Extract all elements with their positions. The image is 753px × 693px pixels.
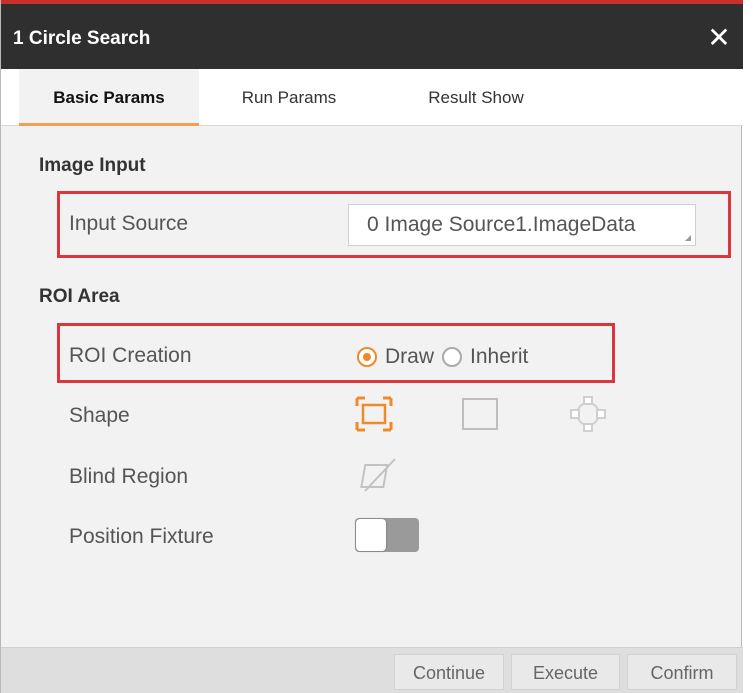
- tab-basic-params[interactable]: Basic Params: [19, 69, 199, 126]
- input-source-field[interactable]: 0 Image Source1.ImageData: [348, 204, 696, 246]
- continue-button[interactable]: Continue: [394, 654, 504, 690]
- input-source-value: 0 Image Source1.ImageData: [367, 213, 636, 236]
- roi-rect-handles-icon[interactable]: [353, 395, 395, 433]
- footer-bar: Continue Execute Confirm: [1, 647, 743, 693]
- radio-draw-label: Draw: [385, 345, 435, 368]
- shape-label: Shape: [69, 404, 130, 427]
- radio-inherit[interactable]: [442, 347, 463, 367]
- no-mask-icon[interactable]: [359, 455, 399, 495]
- position-fixture-toggle[interactable]: [355, 518, 419, 552]
- image-input-section-title: Image Input: [39, 155, 146, 176]
- annulus-icon[interactable]: [567, 395, 609, 433]
- title-bar: 1 Circle Search ✕: [1, 0, 743, 69]
- confirm-button[interactable]: Confirm: [627, 654, 737, 690]
- roi-area-section-title: ROI Area: [39, 286, 120, 307]
- dialog-title: 1 Circle Search: [13, 28, 151, 49]
- toggle-knob: [356, 519, 386, 551]
- roi-creation-radio-group: Draw Inherit: [357, 342, 536, 372]
- tab-result-show[interactable]: Result Show: [396, 69, 556, 126]
- dropdown-grip-icon: [685, 235, 691, 241]
- tab-bar: Basic Params Run Params Result Show: [1, 69, 743, 126]
- circle-search-dialog: 1 Circle Search ✕ Basic Params Run Param…: [0, 0, 743, 693]
- roi-creation-label: ROI Creation: [69, 344, 192, 367]
- execute-button[interactable]: Execute: [511, 654, 620, 690]
- input-source-label: Input Source: [69, 212, 189, 235]
- close-icon[interactable]: ✕: [701, 18, 737, 58]
- position-fixture-label: Position Fixture: [69, 525, 214, 548]
- tab-run-params[interactable]: Run Params: [214, 69, 364, 126]
- rectangle-icon[interactable]: [459, 395, 501, 433]
- radio-draw[interactable]: [357, 347, 377, 367]
- blind-region-label: Blind Region: [69, 465, 189, 488]
- radio-inherit-label: Inherit: [470, 345, 529, 368]
